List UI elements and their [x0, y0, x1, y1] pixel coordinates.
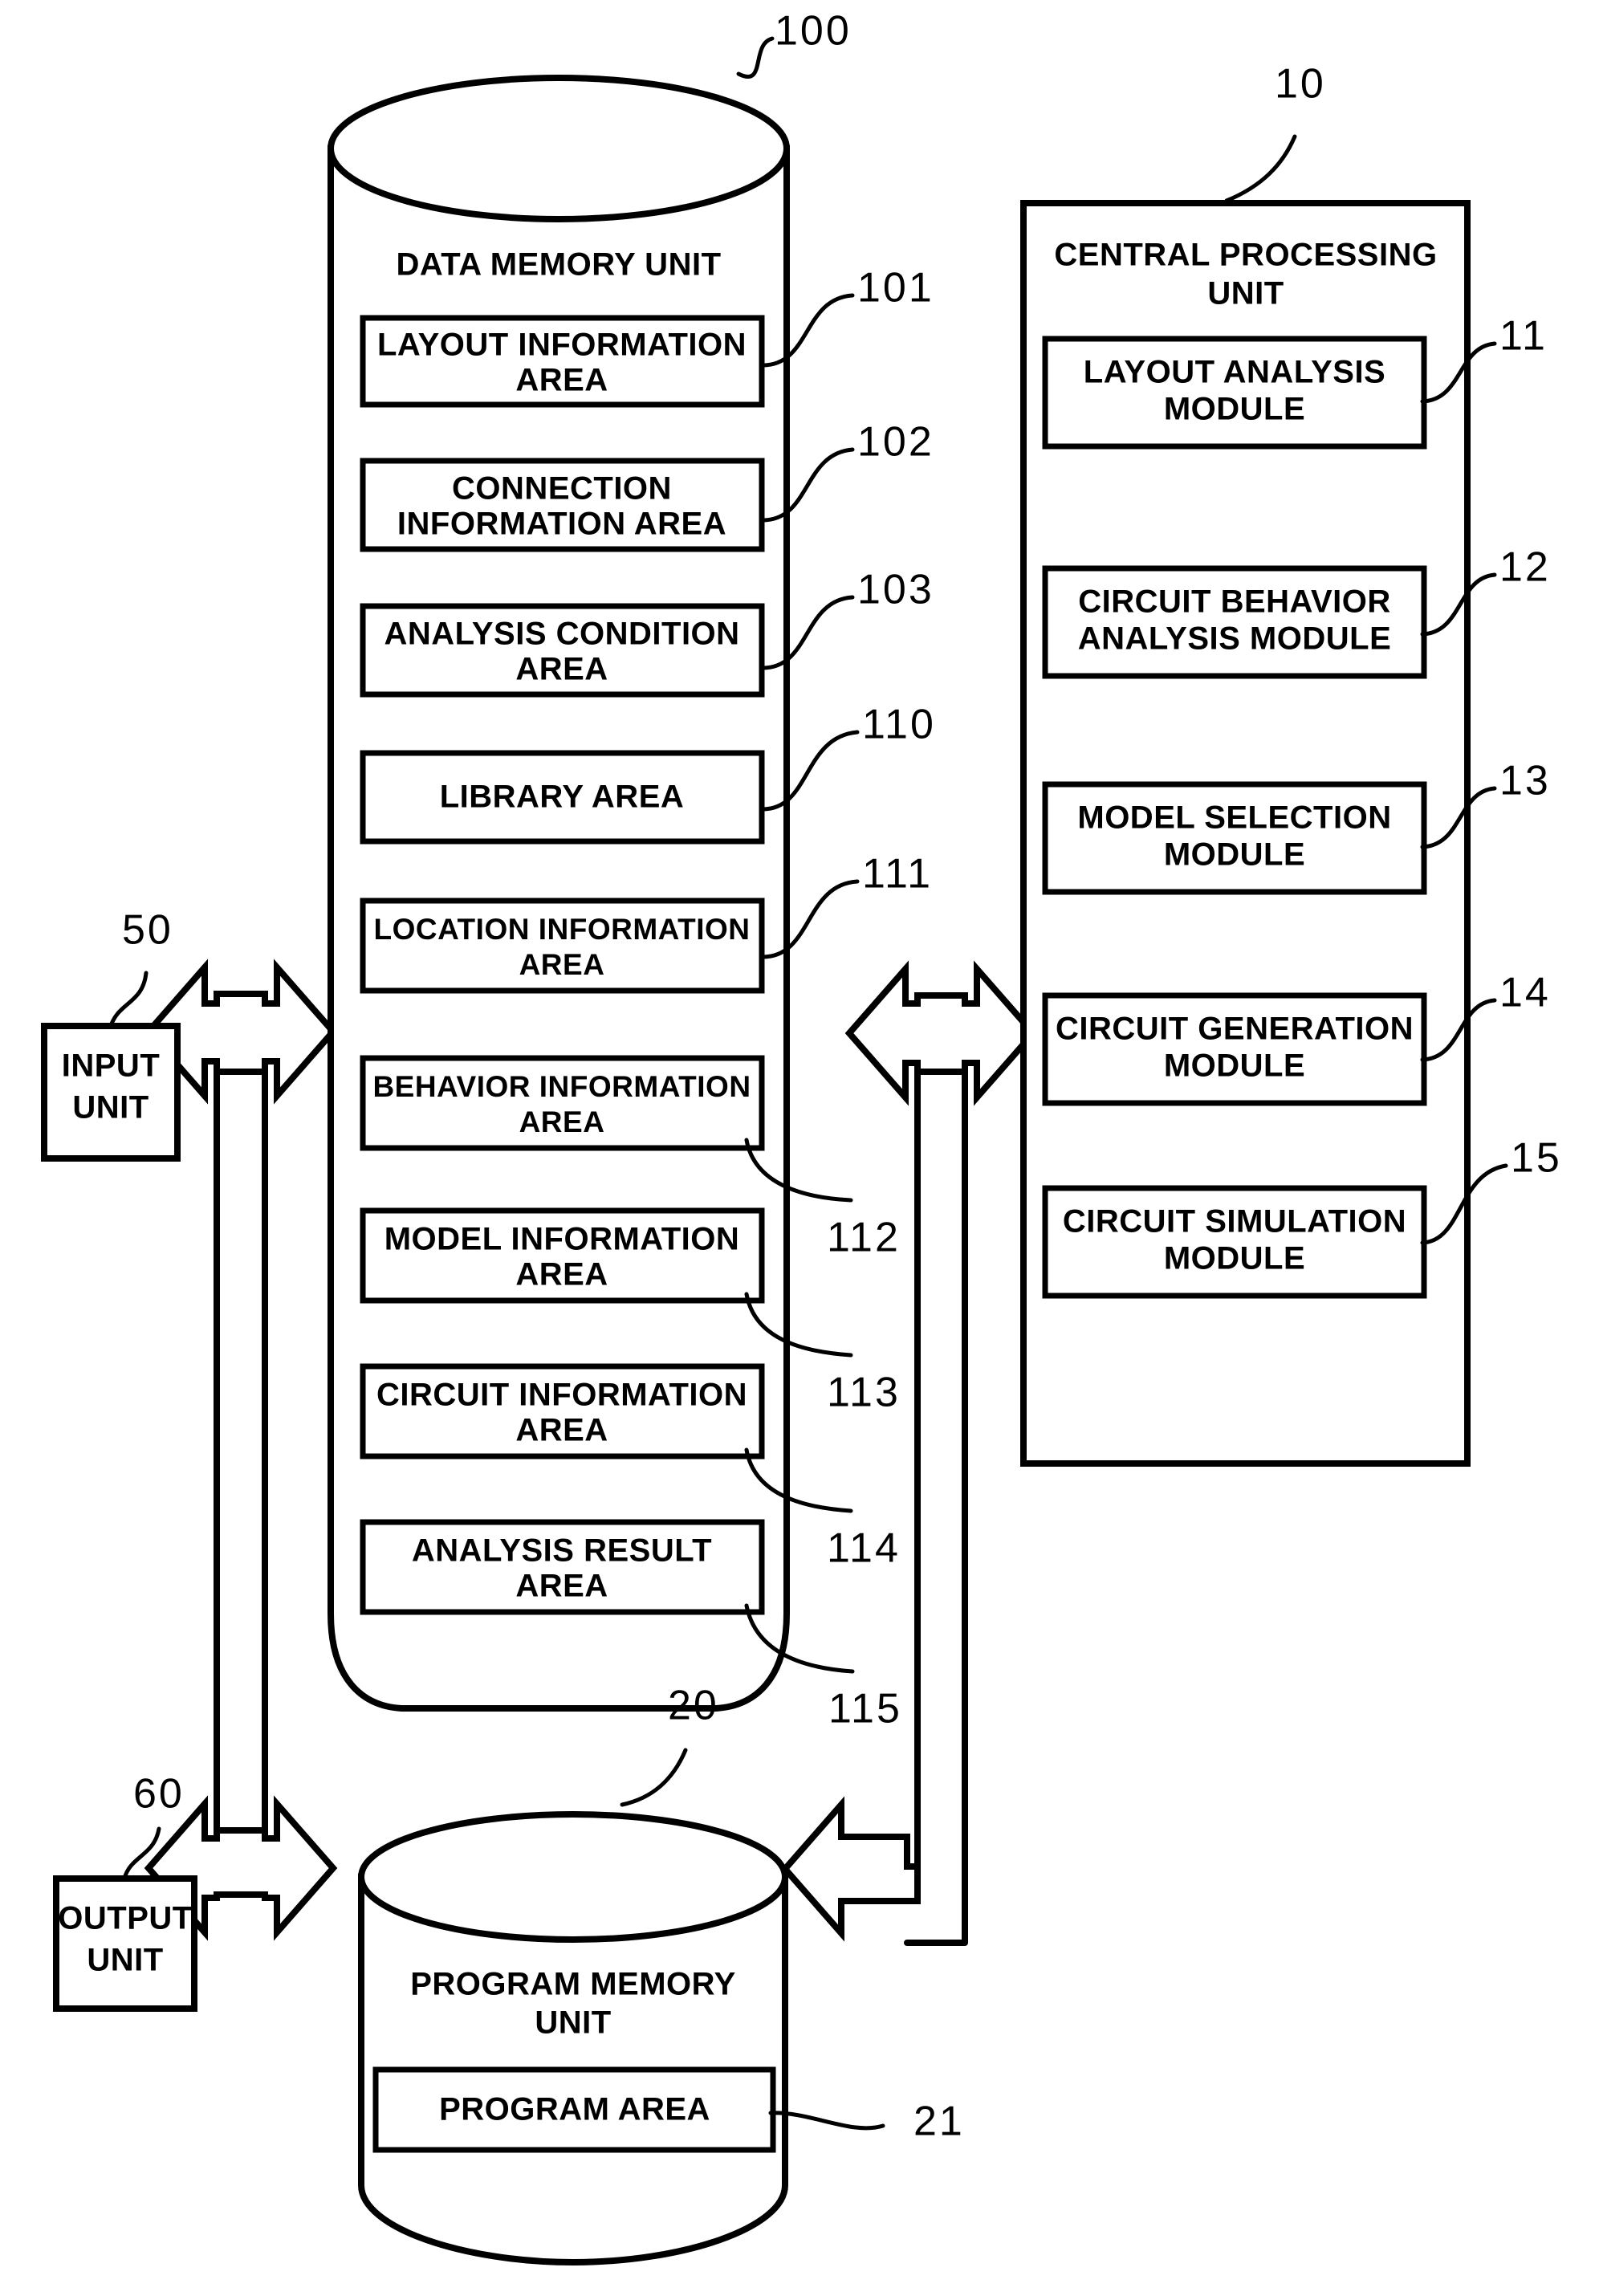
- data-memory-area-2[interactable]: ANALYSIS CONDITION AREA: [360, 603, 765, 698]
- input-unit-label-line1: INPUT: [62, 1048, 161, 1084]
- cpu-module-1[interactable]: CIRCUIT BEHAVIOR ANALYSIS MODULE: [1042, 565, 1427, 679]
- ref-10-number: 10: [1275, 61, 1326, 108]
- module-label-line2: MODULE: [1164, 392, 1305, 427]
- ref-10-leader: [1224, 134, 1297, 203]
- ref-14-number: 14: [1499, 970, 1551, 1016]
- module-label-line1: CIRCUIT GENERATION: [1056, 1012, 1414, 1047]
- ref-102-number: 102: [857, 419, 934, 466]
- cpu-module-0[interactable]: LAYOUT ANALYSIS MODULE: [1042, 336, 1427, 450]
- data-memory-area-3[interactable]: LIBRARY AREA: [360, 750, 765, 845]
- cpu-module-2[interactable]: MODEL SELECTION MODULE: [1042, 781, 1427, 895]
- ref-113-number: 113: [827, 1370, 901, 1416]
- module-label-line2: MODULE: [1164, 1241, 1305, 1276]
- data-memory-area-5[interactable]: BEHAVIOR INFORMATION AREA: [360, 1055, 765, 1151]
- ref-21-number: 21: [913, 2099, 965, 2145]
- program-memory-unit[interactable]: PROGRAM MEMORY UNIT PROGRAM AREA: [358, 1811, 788, 2266]
- ref-100-number: 100: [775, 8, 852, 55]
- cpu-title-line2: UNIT: [1207, 276, 1284, 311]
- ref-100-leader: [736, 36, 775, 79]
- data-memory-unit[interactable]: DATA MEMORY UNIT LAYOUT INFORMATION AREA…: [328, 75, 790, 1712]
- data-memory-area-6[interactable]: MODEL INFORMATION AREA: [360, 1207, 765, 1304]
- right-bus-top-arrow: [844, 960, 1038, 1106]
- ref-13-number: 13: [1499, 758, 1551, 804]
- ref-114-number: 114: [827, 1525, 901, 1572]
- right-bus-bottom-arrow: [780, 1796, 921, 1942]
- ref-112-number: 112: [827, 1215, 901, 1261]
- central-processing-unit[interactable]: CENTRAL PROCESSING UNIT LAYOUT ANALYSIS …: [1020, 200, 1471, 1467]
- data-memory-title: DATA MEMORY UNIT: [396, 247, 721, 283]
- ref-10: 10: [1224, 61, 1326, 203]
- ref-21: 21: [768, 2099, 965, 2145]
- ref-103-number: 103: [857, 567, 934, 613]
- cpu-title-line1: CENTRAL PROCESSING: [1054, 238, 1437, 273]
- diagram-canvas: DATA MEMORY UNIT LAYOUT INFORMATION AREA…: [41, 8, 1562, 2266]
- area-label-line1: MODEL INFORMATION: [384, 1222, 740, 1257]
- module-label-line1: MODEL SELECTION: [1077, 800, 1391, 836]
- area-label-line2: AREA: [515, 1413, 608, 1448]
- area-label-line1: LAYOUT INFORMATION: [377, 328, 747, 363]
- output-unit-label-line2: UNIT: [87, 1943, 163, 1978]
- area-label-line1: ANALYSIS CONDITION: [384, 617, 739, 652]
- data-memory-cylinder-top: [328, 75, 790, 222]
- ref-15-number: 15: [1511, 1135, 1562, 1182]
- input-unit-label-line2: UNIT: [72, 1090, 149, 1126]
- patent-figure: DATA MEMORY UNIT LAYOUT INFORMATION AREA…: [0, 0, 1599, 2296]
- ref-50-number: 50: [122, 907, 173, 954]
- data-memory-area-1[interactable]: CONNECTION INFORMATION AREA: [360, 458, 765, 552]
- module-label-line2: MODULE: [1164, 1048, 1305, 1084]
- area-label-line2: AREA: [519, 948, 605, 981]
- ref-100: 100: [736, 8, 852, 79]
- ref-115-number: 115: [828, 1686, 902, 1732]
- ref-20-leader: [620, 1748, 688, 1807]
- output-unit[interactable]: OUTPUT UNIT: [53, 1875, 197, 2012]
- module-label-line1: CIRCUIT BEHAVIOR: [1078, 584, 1390, 620]
- area-label-line2: AREA: [519, 1105, 605, 1138]
- ref-60-number: 60: [133, 1771, 185, 1818]
- ref-50: 50: [108, 907, 173, 1028]
- area-label-line2: INFORMATION AREA: [397, 507, 726, 542]
- ref-110-number: 110: [862, 702, 936, 748]
- ref-111-number: 111: [862, 851, 933, 898]
- area-label-line1: ANALYSIS RESULT: [412, 1533, 712, 1569]
- area-label-line1: CIRCUIT INFORMATION: [376, 1378, 747, 1413]
- cpu-module-4[interactable]: CIRCUIT SIMULATION MODULE: [1042, 1185, 1427, 1299]
- area-label-line1: PROGRAM AREA: [439, 2092, 710, 2127]
- input-unit[interactable]: INPUT UNIT: [41, 1023, 181, 1162]
- program-memory-title-line1: PROGRAM MEMORY: [410, 1967, 736, 2002]
- module-label-line1: LAYOUT ANALYSIS: [1084, 355, 1385, 390]
- data-memory-area-8[interactable]: ANALYSIS RESULT AREA: [360, 1519, 765, 1615]
- cpu-module-3[interactable]: CIRCUIT GENERATION MODULE: [1042, 992, 1427, 1106]
- data-memory-area-4[interactable]: LOCATION INFORMATION AREA: [360, 898, 765, 994]
- area-label-line1: LIBRARY AREA: [440, 780, 685, 815]
- area-label-line2: AREA: [515, 363, 608, 398]
- module-label-line1: CIRCUIT SIMULATION: [1063, 1204, 1406, 1240]
- ref-50-leader: [108, 971, 149, 1028]
- right-bus-connector: [780, 960, 1038, 1946]
- ref-20-number: 20: [668, 1683, 719, 1729]
- area-label-line1: LOCATION INFORMATION: [373, 913, 750, 946]
- ref-101-number: 101: [857, 265, 934, 311]
- area-label-line2: AREA: [515, 1569, 608, 1604]
- program-memory-area-0[interactable]: PROGRAM AREA: [372, 2066, 776, 2153]
- ref-12-number: 12: [1499, 544, 1551, 591]
- data-memory-area-7[interactable]: CIRCUIT INFORMATION AREA: [360, 1363, 765, 1459]
- area-label-line1: CONNECTION: [452, 471, 672, 507]
- data-memory-area-0[interactable]: LAYOUT INFORMATION AREA: [360, 315, 765, 408]
- program-memory-title-line2: UNIT: [535, 2005, 611, 2041]
- area-label-line2: AREA: [515, 1257, 608, 1293]
- module-label-line2: ANALYSIS MODULE: [1078, 621, 1392, 657]
- module-label-line2: MODULE: [1164, 837, 1305, 873]
- area-label-line1: BEHAVIOR INFORMATION: [372, 1070, 751, 1103]
- area-label-line2: AREA: [515, 652, 608, 687]
- output-unit-label-line1: OUTPUT: [58, 1901, 192, 1936]
- ref-11-number: 11: [1499, 313, 1548, 360]
- program-memory-cylinder-top: [358, 1811, 788, 1943]
